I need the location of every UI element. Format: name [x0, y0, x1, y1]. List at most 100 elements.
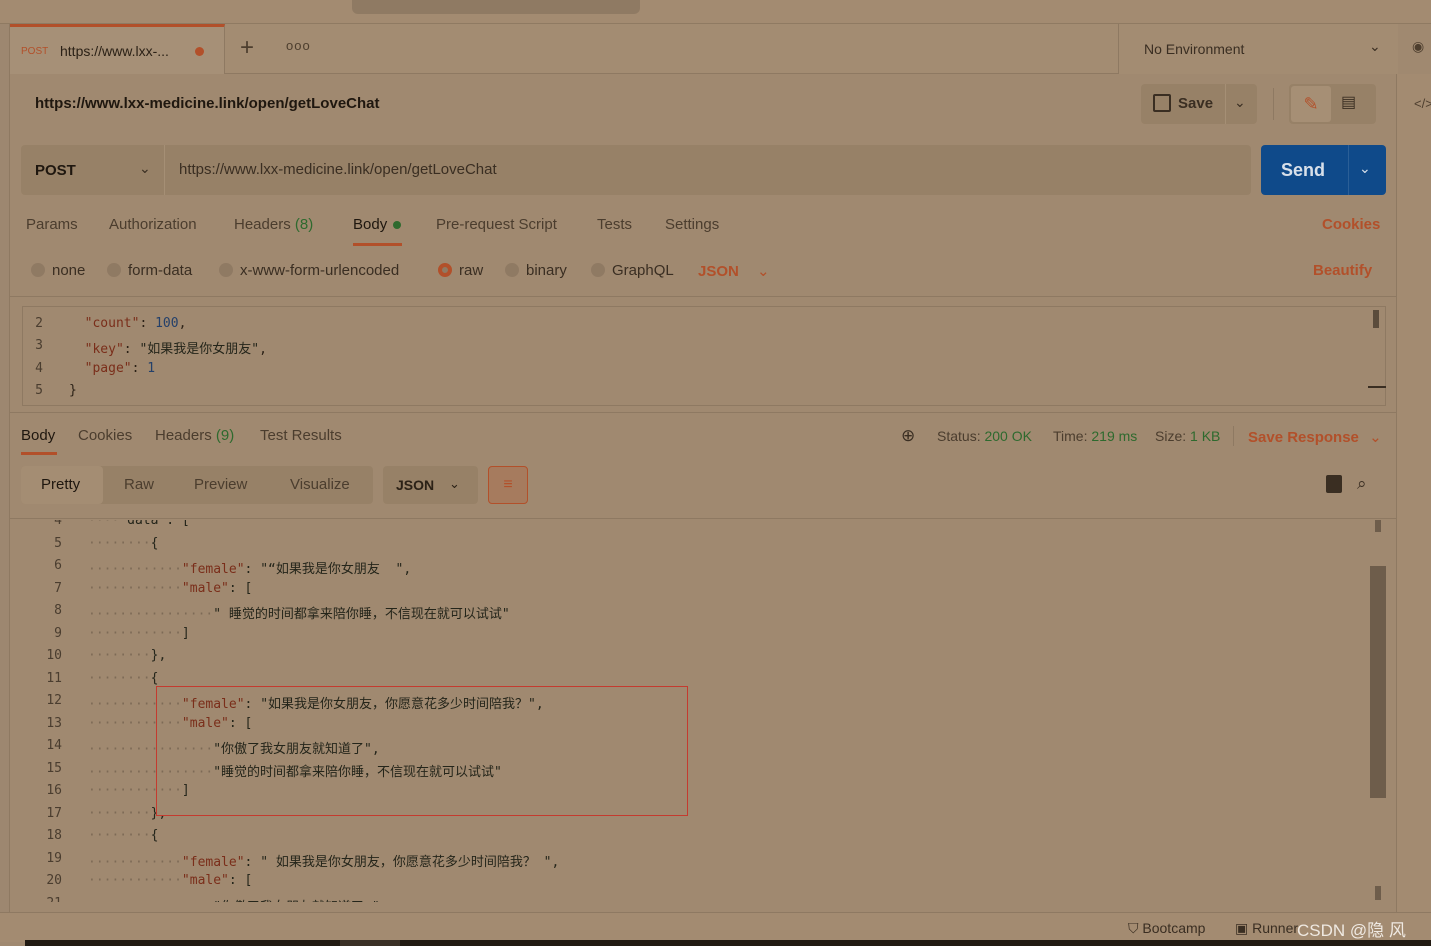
line-number: 2	[35, 315, 43, 331]
code-snippet-icon[interactable]: </>	[1414, 96, 1431, 111]
global-search-bar[interactable]	[352, 0, 640, 14]
code-text: "key": "如果我是你女朋友",	[69, 338, 267, 360]
tab-body[interactable]: Body	[353, 216, 402, 233]
send-label: Send	[1281, 160, 1326, 180]
view-preview[interactable]: Preview	[194, 476, 247, 493]
response-scrollbar-top[interactable]	[1375, 520, 1381, 532]
environment-eye-icon[interactable]: ◉	[1412, 38, 1424, 55]
method-label: POST	[35, 162, 76, 179]
view-raw[interactable]: Raw	[124, 476, 154, 493]
bootcamp-link[interactable]: ⛉ Bootcamp	[1128, 920, 1205, 937]
request-name[interactable]: https://www.lxx-medicine.link/open/getLo…	[35, 95, 380, 112]
tab-prerequest-script[interactable]: Pre-request Script	[436, 216, 557, 233]
radio-none[interactable]: none	[31, 262, 85, 279]
status-readout[interactable]: Status: 200 OK	[937, 428, 1032, 444]
line-number: 11	[46, 670, 62, 686]
res-headers-count: (9)	[215, 427, 235, 444]
tab-params[interactable]: Params	[26, 216, 78, 233]
response-line: 7 ············"male": [	[22, 581, 252, 603]
radio-graphql[interactable]: GraphQL	[591, 262, 674, 279]
line-number: 6	[54, 558, 62, 573]
copy-icon[interactable]	[1326, 475, 1342, 493]
status-label: Status:	[937, 428, 981, 444]
code-text: "page": 1	[69, 361, 155, 383]
globe-icon[interactable]: ⊕	[901, 426, 915, 446]
code-text: ············"male": [	[88, 873, 252, 895]
send-options-chevron-icon[interactable]: ⌄	[1359, 160, 1371, 177]
wrap-lines-icon[interactable]: ≡	[488, 466, 528, 504]
view-visualize[interactable]: Visualize	[290, 476, 350, 493]
environment-selector[interactable]: No Environment ⌄	[1118, 24, 1398, 74]
search-icon[interactable]: ⌕	[1357, 474, 1367, 494]
indent-guide: ········	[88, 805, 151, 821]
res-tab-body[interactable]: Body	[21, 427, 55, 444]
tab-headers[interactable]: Headers (8)	[234, 216, 313, 233]
radio-urlencoded[interactable]: x-www-form-urlencoded	[219, 262, 399, 279]
json-sep: :	[131, 360, 148, 376]
method-selector[interactable]: POST ⌄	[21, 145, 165, 195]
response-format-dropdown[interactable]: JSON ⌄	[383, 466, 478, 504]
tab-tests[interactable]: Tests	[597, 216, 632, 233]
line-number: 10	[46, 648, 62, 663]
line-number: 17	[46, 805, 62, 821]
environment-label: No Environment	[1144, 41, 1245, 57]
size-readout[interactable]: Size: 1 KB	[1155, 428, 1220, 444]
time-readout[interactable]: Time: 219 ms	[1053, 428, 1137, 444]
request-body-editor[interactable]: 1{2 "count": 100,3 "key": "如果我是你女朋友",4 "…	[22, 306, 1386, 406]
raw-format-dropdown[interactable]: JSON ⌄	[698, 262, 770, 280]
beautify-button[interactable]: Beautify	[1313, 262, 1372, 279]
code-text: ········{	[88, 828, 158, 850]
taskbar	[25, 940, 1431, 946]
save-button[interactable]: Save ⌄	[1141, 84, 1257, 124]
pencil-icon[interactable]: ✎	[1291, 86, 1331, 122]
save-response-button[interactable]: Save Response ⌄	[1248, 428, 1382, 446]
request-tab[interactable]: POST https://www.lxx-...	[10, 24, 225, 74]
save-options-chevron-icon[interactable]: ⌄	[1234, 94, 1246, 111]
tab-title: https://www.lxx-...	[60, 43, 169, 59]
comment-icon[interactable]: ▤	[1341, 92, 1356, 112]
indent-guide: ········	[88, 535, 151, 551]
response-line: 19 ············"female": " 如果我是你女朋友，你愿意花多…	[22, 851, 559, 873]
cookies-link[interactable]: Cookies	[1322, 216, 1380, 233]
radio-raw[interactable]: raw	[438, 262, 483, 279]
res-tab-test-results[interactable]: Test Results	[260, 427, 342, 444]
response-format-label: JSON	[396, 477, 435, 493]
response-scrollbar-bottom[interactable]	[1375, 886, 1381, 900]
radio-binary[interactable]: binary	[505, 262, 567, 279]
indent-guide: ················	[88, 900, 213, 903]
code-text: ········{	[88, 536, 158, 558]
line-number: 4	[54, 520, 62, 528]
code-text: ············]	[88, 626, 190, 648]
line-number: 3	[35, 338, 43, 353]
raw-format-label: JSON	[698, 263, 739, 280]
editor-scrollbar[interactable]	[1373, 310, 1379, 328]
view-pretty[interactable]: Pretty	[41, 476, 80, 493]
radio-circle-selected	[438, 263, 452, 277]
send-button[interactable]: Send ⌄	[1261, 145, 1386, 195]
response-scrollbar-thumb[interactable]	[1370, 566, 1386, 798]
response-line: 20 ············"male": [	[22, 873, 252, 895]
res-tab-cookies[interactable]: Cookies	[78, 427, 132, 444]
url-input[interactable]: https://www.lxx-medicine.link/open/getLo…	[179, 161, 497, 178]
tab-authorization[interactable]: Authorization	[109, 216, 197, 233]
divider	[1348, 145, 1349, 195]
tab-headers-label: Headers	[234, 216, 291, 233]
more-tabs-icon[interactable]: ooo	[286, 38, 311, 53]
indent-guide: ········	[88, 670, 151, 686]
runner-link[interactable]: ▣ Runner	[1235, 920, 1298, 937]
indent-guide: ········	[88, 828, 151, 843]
code-text: ········},	[88, 806, 166, 828]
json-key: "female"	[181, 854, 245, 870]
editor-resize-handle[interactable]	[1368, 386, 1386, 406]
code-text: ············"female": " 如果我是你女朋友，你愿意花多少时…	[88, 851, 559, 873]
line-number: 9	[54, 625, 62, 641]
response-line: 6 ············"female": "“如果我是你女朋友 ",	[22, 558, 411, 580]
json-text: "data": [	[119, 520, 190, 528]
res-tab-headers[interactable]: Headers (9)	[155, 427, 234, 444]
radio-form-data[interactable]: form-data	[107, 262, 192, 279]
code-line: 1{	[23, 307, 77, 315]
new-tab-plus-icon[interactable]: +	[240, 34, 254, 62]
tab-settings[interactable]: Settings	[665, 216, 719, 233]
radio-binary-label: binary	[526, 262, 567, 279]
taskbar-item[interactable]	[340, 940, 400, 946]
